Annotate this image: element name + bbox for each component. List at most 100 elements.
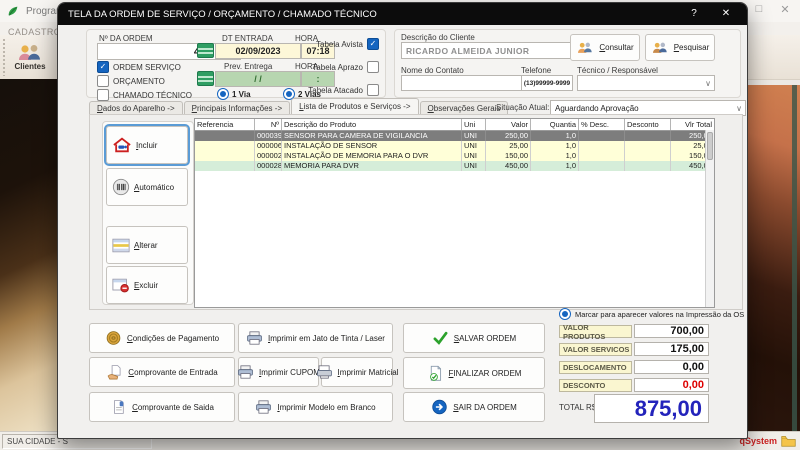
automatico-label: Automático	[134, 183, 174, 192]
totals-row-label: DESCONTO	[559, 379, 632, 392]
imprimir-branco-button[interactable]: Imprimir Modelo em Branco	[238, 392, 393, 422]
barcode-icon	[112, 178, 130, 196]
tab-0[interactable]: Dados do Aparelho ->	[89, 101, 183, 114]
totals-row-value: 0,00	[634, 360, 709, 374]
comprovante-entrada-button[interactable]: Comprovante de Entrada	[89, 357, 235, 387]
sair-ordem-label: SAIR DA ORDEM	[453, 403, 517, 412]
calendar-icon[interactable]	[197, 71, 214, 86]
receipt-icon	[110, 399, 127, 415]
comprovante-saida-button[interactable]: Comprovante de Saida	[89, 392, 235, 422]
table-cell: 25,00	[486, 141, 531, 151]
table-row[interactable]: 000039SENSOR PARA CAMERA DE VIGILANCIAUN…	[195, 131, 714, 141]
totals-row-label: DESLOCAMENTO	[559, 361, 632, 374]
column-header[interactable]: Nº	[255, 119, 282, 130]
column-header[interactable]: Uni	[462, 119, 486, 130]
column-header[interactable]: % Desc.	[579, 119, 625, 130]
table-cell: 1,0	[531, 141, 579, 151]
table-cell	[625, 131, 671, 141]
price-table-checkbox[interactable]: Tabela Atacado	[299, 84, 379, 96]
entry-date-field[interactable]: 02/09/2023	[215, 43, 301, 59]
table-cell	[625, 151, 671, 161]
imprimir-cupom-button[interactable]: Imprimir CUPOM	[238, 357, 319, 387]
delete-icon	[112, 278, 130, 293]
price-table-checkbox[interactable]: Tabela Avista✓	[299, 38, 379, 50]
table-cell: 1,0	[531, 151, 579, 161]
imprimir-matricial-button[interactable]: Imprimir Matricial	[321, 357, 393, 387]
column-header[interactable]: Valor	[486, 119, 531, 130]
chevron-down-icon: ∨	[705, 79, 711, 88]
delivery-date-field[interactable]: / /	[215, 71, 301, 87]
tab-label: Principais Informações ->	[192, 104, 283, 113]
order-type-checkbox[interactable]: ✓ORDEM SERVIÇO	[97, 61, 192, 73]
toolbar-clientes-button[interactable]: Clientes	[9, 43, 51, 71]
table-cell	[579, 141, 625, 151]
order-number-label: Nº DA ORDEM	[99, 34, 153, 43]
people-icon	[576, 41, 594, 55]
condicoes-pagamento-label: Condições de Pagamento	[127, 334, 219, 343]
via-label: 1 Via	[232, 90, 251, 99]
side-button-panel: Incluir Automático Alterar Excluir	[102, 121, 194, 305]
document-check-icon	[427, 365, 444, 382]
comprovante-entrada-label: Comprovante de Entrada	[128, 368, 217, 377]
print-values-label: Marcar para aparecer valores na Impressã…	[575, 310, 744, 319]
folder-icon[interactable]	[781, 435, 796, 447]
table-row[interactable]: 000006INSTALAÇÃO DE SENSORUNI25,001,025,…	[195, 141, 714, 151]
phone-field[interactable]: (13)99999-9999	[521, 75, 573, 91]
main-close-button[interactable]: ✕	[776, 3, 794, 16]
column-header[interactable]: Desconto	[625, 119, 671, 130]
salvar-ordem-label: SALVAR ORDEM	[454, 334, 516, 343]
salvar-ordem-button[interactable]: SALVAR ORDEM	[403, 323, 545, 353]
edit-grid-icon	[112, 238, 130, 253]
grid-scrollbar[interactable]	[705, 130, 714, 307]
tab-2[interactable]: Lista de Produtos e Serviços ->	[291, 98, 418, 114]
table-cell: SENSOR PARA CAMERA DE VIGILANCIA	[282, 131, 462, 141]
finalizar-ordem-button[interactable]: FINALIZAR ORDEM	[403, 357, 545, 389]
tab-1[interactable]: Principais Informações ->	[184, 101, 291, 114]
consultar-label: Consultar	[599, 43, 633, 52]
price-table-checkbox[interactable]: Tabela Aprazo	[299, 61, 379, 73]
price-table-label: Tabela Avista	[316, 40, 363, 49]
column-header[interactable]: Vlr Total	[671, 119, 714, 130]
technician-combobox[interactable]: ∨	[577, 75, 715, 91]
condicoes-pagamento-button[interactable]: Condições de Pagamento	[89, 323, 235, 353]
client-description-label: Descrição do Cliente	[401, 33, 475, 42]
client-description-field[interactable]: RICARDO ALMEIDA JUNIOR	[401, 42, 577, 59]
order-type-checkbox[interactable]: ORÇAMENTO	[97, 75, 192, 87]
produtos-table-body: 000039SENSOR PARA CAMERA DE VIGILANCIAUN…	[195, 131, 714, 171]
pesquisar-button[interactable]: Pesquisar	[645, 34, 715, 61]
sair-ordem-button[interactable]: SAIR DA ORDEM	[403, 392, 545, 422]
column-header[interactable]: Quantia	[531, 119, 579, 130]
dialog-titlebar: TELA DA ORDEM DE SERVIÇO / ORÇAMENTO / C…	[58, 3, 747, 25]
dialog-close-button[interactable]: ✕	[715, 6, 737, 22]
consultar-button[interactable]: Consultar	[570, 34, 640, 61]
contact-name-field[interactable]	[401, 75, 522, 91]
total-label: TOTAL R$	[559, 403, 596, 412]
table-cell	[195, 131, 255, 141]
imprimir-jato-button[interactable]: Imprimir em Jato de Tinta / Laser	[238, 323, 393, 353]
technician-label: Técnico / Responsável	[577, 66, 658, 75]
table-row[interactable]: 000028MEMORIA PARA DVRUNI450,001,0450,00	[195, 161, 714, 171]
checkbox-icon	[367, 84, 379, 96]
excluir-button[interactable]: Excluir	[106, 266, 188, 304]
column-header[interactable]: Referencia	[195, 119, 255, 130]
tab-label: Observações Gerais	[428, 104, 501, 113]
tab-strip: Dados do Aparelho -> Principais Informaçõ…	[89, 99, 509, 114]
people-search-icon	[651, 41, 669, 55]
column-header[interactable]: Descrição do Produto	[282, 119, 462, 130]
phone-label: Telefone	[521, 66, 551, 75]
print-values-option[interactable]: Marcar para aparecer valores na Impressã…	[559, 308, 744, 320]
automatico-button[interactable]: Automático	[106, 168, 188, 206]
totals-row-value: 175,00	[634, 342, 709, 356]
order-type-label: ORÇAMENTO	[113, 77, 165, 86]
toolbar-grip	[2, 38, 7, 76]
main-restore-button[interactable]: □	[750, 3, 768, 15]
dialog-help-button[interactable]: ?	[683, 6, 705, 22]
alterar-button[interactable]: Alterar	[106, 226, 188, 264]
calendar-icon[interactable]	[197, 43, 214, 58]
table-cell: 000006	[255, 141, 282, 151]
app-icon	[6, 4, 20, 18]
incluir-button[interactable]: Incluir	[106, 126, 188, 164]
table-row[interactable]: 000002INSTALAÇÃO DE MEMORIA PARA O DVRUN…	[195, 151, 714, 161]
scrollbar-thumb[interactable]	[707, 132, 713, 160]
table-cell	[625, 161, 671, 171]
